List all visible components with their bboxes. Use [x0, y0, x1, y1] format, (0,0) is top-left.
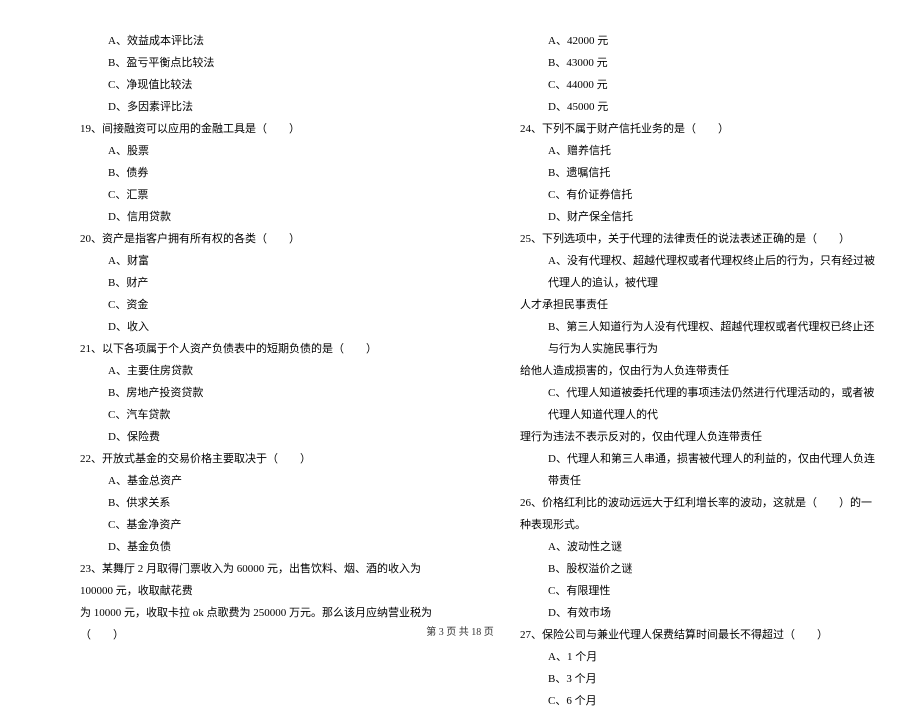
question-stem: 23、某舞厅 2 月取得门票收入为 60000 元，出售饮料、烟、酒的收入为 1… — [80, 558, 440, 602]
option-cont: 给他人造成损害的，仅由行为人负连带责任 — [520, 360, 880, 382]
option-item: C、6 个月 — [548, 690, 880, 712]
option-item: B、供求关系 — [108, 492, 440, 514]
option-item: D、多因素评比法 — [108, 96, 440, 118]
question-stem: 20、资产是指客户拥有所有权的各类（ ） — [80, 228, 440, 250]
option-item: C、汇票 — [108, 184, 440, 206]
option-item: A、效益成本评比法 — [108, 30, 440, 52]
question-stem: 25、下列选项中，关于代理的法律责任的说法表述正确的是（ ） — [520, 228, 880, 250]
option-item: B、盈亏平衡点比较法 — [108, 52, 440, 74]
option-item: C、净现值比较法 — [108, 74, 440, 96]
option-item: C、资金 — [108, 294, 440, 316]
option-item: C、基金净资产 — [108, 514, 440, 536]
page-content: A、效益成本评比法 B、盈亏平衡点比较法 C、净现值比较法 D、多因素评比法 1… — [0, 0, 920, 712]
page-footer: 第 3 页 共 18 页 — [0, 623, 920, 638]
question-stem: 19、间接融资可以应用的金融工具是（ ） — [80, 118, 440, 140]
option-cont: 人才承担民事责任 — [520, 294, 880, 316]
question-stem: 22、开放式基金的交易价格主要取决于（ ） — [80, 448, 440, 470]
option-item: A、主要住房贷款 — [108, 360, 440, 382]
option-item: C、有限理性 — [548, 580, 880, 602]
option-item: A、基金总资产 — [108, 470, 440, 492]
option-item: D、有效市场 — [548, 602, 880, 624]
question-stem: 26、价格红利比的波动远远大于红利增长率的波动，这就是（ ）的一种表现形式。 — [520, 492, 880, 536]
option-item: B、房地产投资贷款 — [108, 382, 440, 404]
option-item: A、财富 — [108, 250, 440, 272]
option-item: B、债券 — [108, 162, 440, 184]
right-column: A、42000 元 B、43000 元 C、44000 元 D、45000 元 … — [460, 30, 920, 712]
question-stem: 24、下列不属于财产信托业务的是（ ） — [520, 118, 880, 140]
option-item: A、波动性之谜 — [548, 536, 880, 558]
option-item: B、43000 元 — [548, 52, 880, 74]
option-item: C、44000 元 — [548, 74, 880, 96]
option-item: B、遗嘱信托 — [548, 162, 880, 184]
option-item: D、信用贷款 — [108, 206, 440, 228]
question-stem: 21、以下各项属于个人资产负债表中的短期负债的是（ ） — [80, 338, 440, 360]
option-item: D、财产保全信托 — [548, 206, 880, 228]
option-item: B、股权溢价之谜 — [548, 558, 880, 580]
option-item: D、收入 — [108, 316, 440, 338]
option-item: D、基金负债 — [108, 536, 440, 558]
option-item: B、第三人知道行为人没有代理权、超越代理权或者代理权已终止还与行为人实施民事行为 — [548, 316, 880, 360]
option-item: A、股票 — [108, 140, 440, 162]
option-item: A、42000 元 — [548, 30, 880, 52]
option-item: C、汽车贷款 — [108, 404, 440, 426]
option-item: C、有价证券信托 — [548, 184, 880, 206]
option-item: D、代理人和第三人串通，损害被代理人的利益的，仅由代理人负连带责任 — [548, 448, 880, 492]
option-item: A、没有代理权、超越代理权或者代理权终止后的行为，只有经过被代理人的追认，被代理 — [548, 250, 880, 294]
option-cont: 理行为违法不表示反对的，仅由代理人负连带责任 — [520, 426, 880, 448]
option-item: A、1 个月 — [548, 646, 880, 668]
option-item: D、45000 元 — [548, 96, 880, 118]
left-column: A、效益成本评比法 B、盈亏平衡点比较法 C、净现值比较法 D、多因素评比法 1… — [0, 30, 460, 712]
option-item: C、代理人知道被委托代理的事项违法仍然进行代理活动的，或者被代理人知道代理人的代 — [548, 382, 880, 426]
option-item: B、3 个月 — [548, 668, 880, 690]
option-item: D、保险费 — [108, 426, 440, 448]
option-item: A、赠养信托 — [548, 140, 880, 162]
option-item: B、财产 — [108, 272, 440, 294]
